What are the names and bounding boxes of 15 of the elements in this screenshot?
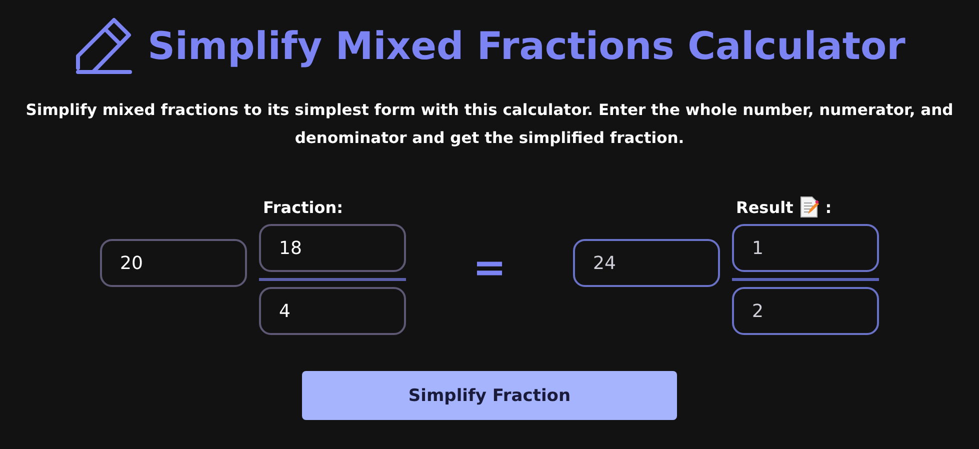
denominator-field[interactable]: 2 — [732, 287, 879, 335]
label-colon: : — [825, 198, 832, 216]
numerator-field[interactable]: 1 — [732, 224, 879, 272]
page-title: Simplify Mixed Fractions Calculator — [148, 24, 906, 68]
equals-sign: = — [472, 245, 508, 291]
whole-number-field[interactable]: 24 — [573, 239, 720, 287]
memo-icon — [799, 196, 820, 218]
whole-number-field[interactable]: 20 — [100, 239, 247, 287]
simplify-button[interactable]: Simplify Fraction — [302, 371, 677, 420]
field-label: Fraction: — [263, 198, 343, 216]
field-label: Result — [736, 198, 794, 216]
pencil-icon — [74, 16, 134, 76]
numerator-field[interactable]: 18 — [259, 224, 406, 272]
denominator-field[interactable]: 4 — [259, 287, 406, 335]
description-text: Simplify mixed fractions to its simplest form with this calculator. Enter the whole number, numerator, and denominator and get the simplified fraction. — [24, 100, 954, 149]
